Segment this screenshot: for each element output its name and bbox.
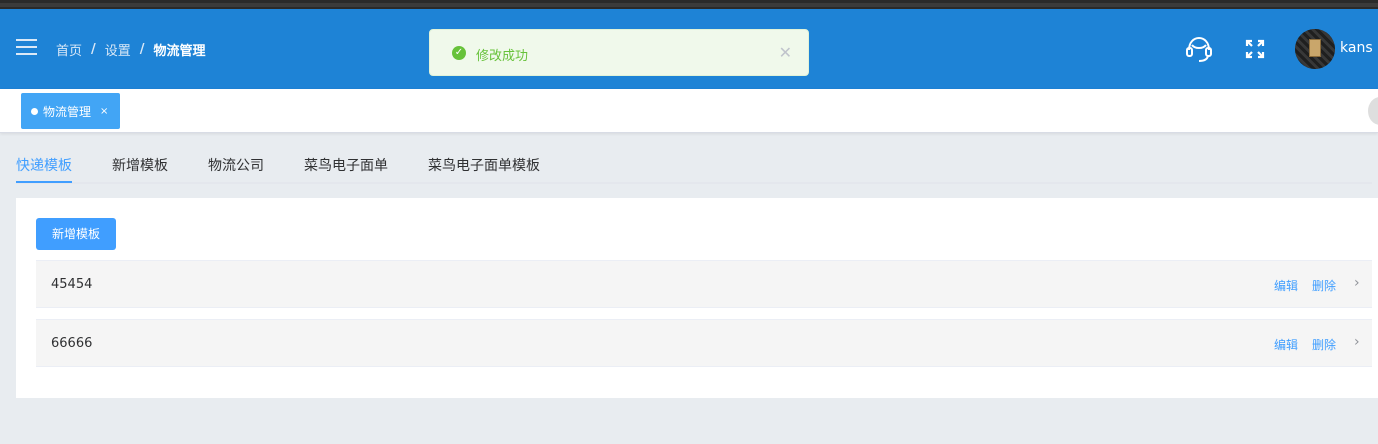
- template-name: 66666: [51, 336, 93, 351]
- tab-logistics-company[interactable]: 物流公司: [208, 155, 264, 175]
- delete-link[interactable]: 删除: [1312, 277, 1336, 294]
- breadcrumb-settings[interactable]: 设置: [105, 40, 131, 59]
- breadcrumb-separator: /: [139, 42, 145, 57]
- template-name: 45454: [51, 277, 93, 292]
- scroll-track: [0, 3, 1378, 7]
- menu-icon[interactable]: [16, 39, 37, 55]
- close-icon[interactable]: ✕: [779, 43, 792, 62]
- tag-logistics[interactable]: 物流管理 ×: [21, 93, 120, 129]
- toast-message: 修改成功: [476, 49, 529, 64]
- headset-support-icon[interactable]: [1183, 33, 1215, 65]
- tab-add-template[interactable]: 新增模板: [112, 155, 168, 175]
- success-toast: ✓ 修改成功 ✕: [429, 29, 809, 76]
- breadcrumb: 首页 / 设置 / 物流管理: [56, 40, 206, 59]
- window-top-strip: [0, 0, 1378, 9]
- tags-scroll-button[interactable]: [1368, 97, 1378, 125]
- fullscreen-icon[interactable]: [1245, 39, 1265, 59]
- tag-close-icon[interactable]: ×: [100, 106, 108, 117]
- tag-dot-icon: [31, 107, 38, 115]
- chevron-right-icon[interactable]: ›: [1354, 275, 1360, 291]
- edit-link[interactable]: 编辑: [1274, 336, 1298, 353]
- delete-link[interactable]: 删除: [1312, 336, 1336, 353]
- template-row[interactable]: 66666 编辑 删除 ›: [36, 319, 1372, 367]
- tab-cainiao-waybill[interactable]: 菜鸟电子面单: [304, 155, 388, 175]
- template-row[interactable]: 45454 编辑 删除 ›: [36, 260, 1372, 308]
- tabs-divider: [16, 182, 1372, 184]
- template-card: 新增模板 45454 编辑 删除 › 66666 编辑 删除 ›: [16, 198, 1378, 398]
- breadcrumb-current: 物流管理: [153, 44, 206, 59]
- chevron-right-icon[interactable]: ›: [1354, 334, 1360, 350]
- add-template-button[interactable]: 新增模板: [36, 218, 116, 250]
- tags-view-bar: 物流管理 ×: [0, 89, 1378, 133]
- breadcrumb-separator: /: [91, 42, 96, 57]
- breadcrumb-home[interactable]: 首页: [56, 40, 82, 59]
- tag-label: 物流管理: [43, 104, 92, 119]
- avatar[interactable]: [1295, 29, 1335, 69]
- tab-express-template[interactable]: 快递模板: [16, 155, 72, 175]
- edit-link[interactable]: 编辑: [1274, 277, 1298, 294]
- tabs: 快递模板 新增模板 物流公司 菜鸟电子面单 菜鸟电子面单模板: [0, 134, 1378, 184]
- success-check-icon: ✓: [452, 46, 466, 60]
- tab-cainiao-waybill-template[interactable]: 菜鸟电子面单模板: [428, 155, 540, 175]
- username[interactable]: kans: [1340, 40, 1373, 56]
- active-tab-indicator: [16, 181, 72, 183]
